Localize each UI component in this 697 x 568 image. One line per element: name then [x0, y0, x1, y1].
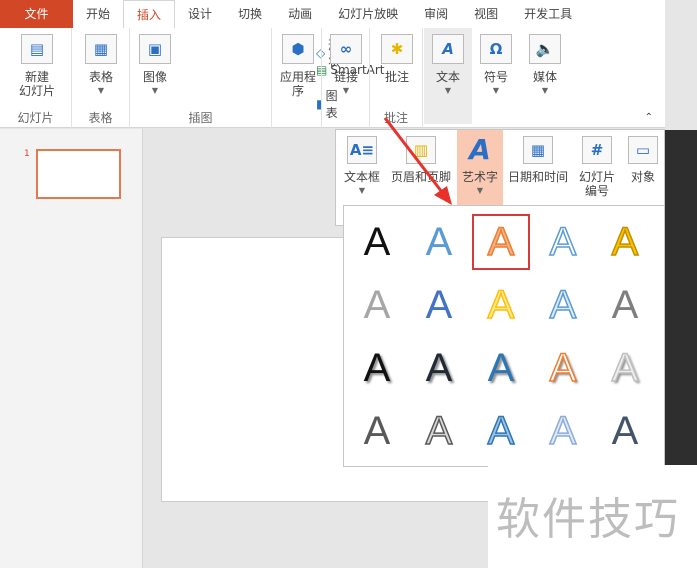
watermark: 软件技巧	[488, 465, 697, 568]
